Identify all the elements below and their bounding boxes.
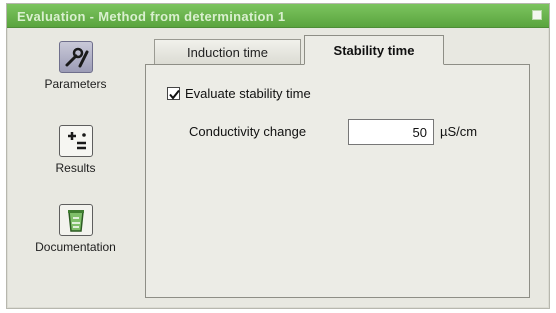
window-title: Evaluation - Method from determination 1 <box>17 9 286 24</box>
sidebar-item-label: Results <box>55 161 96 175</box>
conductivity-change-input[interactable] <box>348 119 434 145</box>
sidebar-item-results[interactable]: Results <box>8 125 143 175</box>
title-bar[interactable]: Evaluation - Method from determination 1 <box>7 4 549 28</box>
sidebar-item-label: Parameters <box>44 77 107 91</box>
close-icon[interactable] <box>532 10 542 20</box>
checkmark-icon <box>169 89 180 100</box>
tab-stability-time[interactable]: Stability time <box>304 35 444 65</box>
plus-equals-icon <box>58 125 93 157</box>
conductivity-unit-label: µS/cm <box>440 124 478 139</box>
recycle-bin-icon <box>58 204 93 236</box>
checkbox-box[interactable] <box>167 87 180 100</box>
sidebar-item-documentation[interactable]: Documentation <box>8 204 143 254</box>
conductivity-change-label: Conductivity change <box>189 124 307 139</box>
sidebar-item-label: Documentation <box>35 240 116 254</box>
wrench-pencil-icon <box>58 41 93 73</box>
checkbox-label: Evaluate stability time <box>185 86 311 101</box>
sidebar-item-parameters[interactable]: Parameters <box>8 41 143 91</box>
tab-induction-time[interactable]: Induction time <box>154 39 301 67</box>
sidebar: Parameters Results Documentation <box>8 28 143 298</box>
